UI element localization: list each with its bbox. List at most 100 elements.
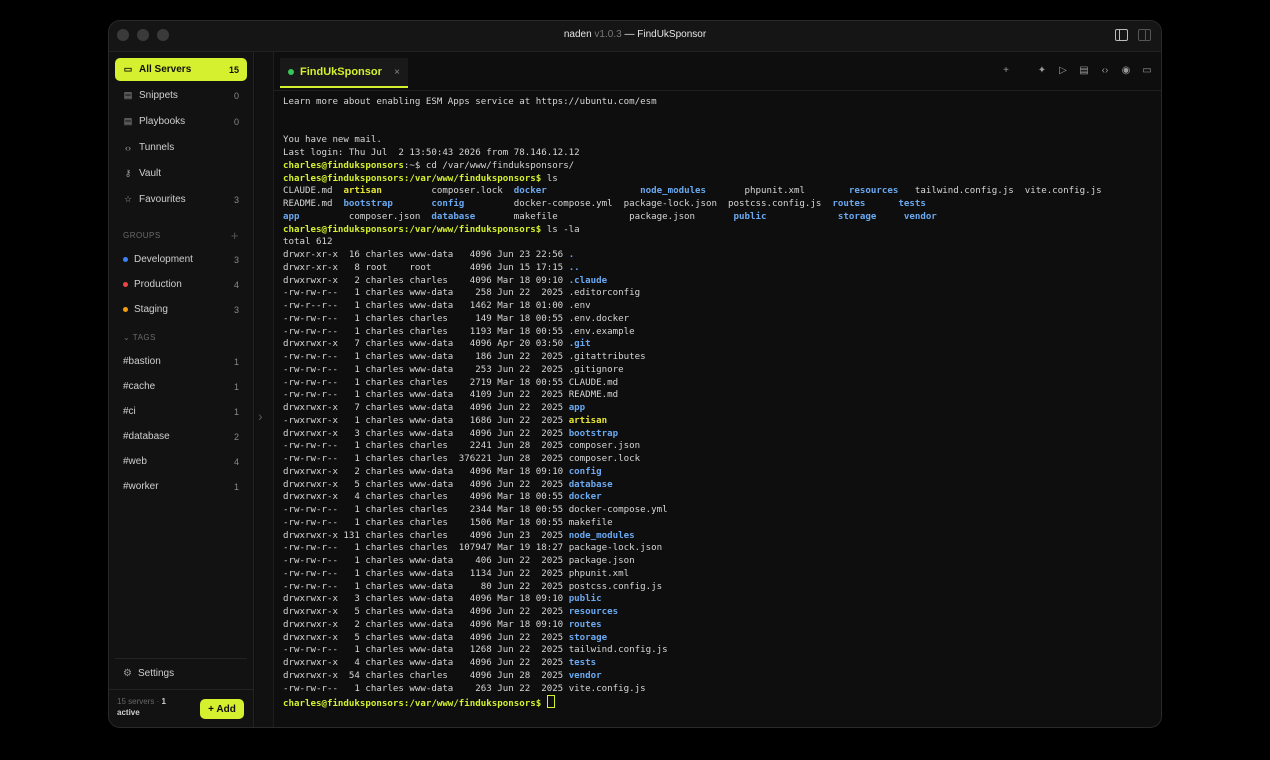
tag-item-bastion[interactable]: #bastion 1 [115, 350, 247, 373]
terminal-line: drwxrwxr-x 3 charles www-data 4096 Jun 2… [283, 428, 1157, 441]
settings-button[interactable]: ⚙ Settings [115, 658, 247, 687]
tab-bar: FindUkSponsor × + ✦ ▷ ▤ ‹› ◉ ▭ [274, 52, 1161, 91]
tag-count: 1 [233, 381, 239, 392]
exec-name: artisan [343, 186, 404, 197]
terminal-text: -rw-rw-r-- 1 charles charles 1506 Mar 18… [283, 517, 569, 528]
settings-label: Settings [137, 667, 175, 679]
terminal-text: drwxrwxr-x 7 charles www-data 4096 Jun 2… [283, 403, 569, 413]
dir-name: database [431, 211, 476, 222]
sidebar-item-all-servers[interactable]: ▭ All Servers 15 [115, 58, 247, 81]
dir-name: resources [568, 607, 619, 617]
terminal-text: -rw-r--r-- 1 charles www-data 1462 Mar 1… [283, 301, 569, 311]
terminal-text: drwxrwxr-x 3 charles www-data 4096 Mar 1… [283, 594, 569, 605]
group-item-staging[interactable]: Staging 3 [115, 298, 247, 321]
title-bar: naden v1.0.3 — FindUkSponsor [109, 21, 1161, 52]
terminal-text: drwxr-xr-x 16 charles www-data 4096 Jun … [283, 250, 569, 260]
tag-count: 1 [233, 356, 239, 367]
terminal-line: -rw-rw-r-- 1 charles charles 1506 Mar 18… [283, 517, 1157, 530]
terminal-text: drwxrwxr-x 4 charles charles 4096 Mar 18… [283, 492, 569, 503]
terminal-line: -rw-rw-r-- 1 charles charles 1193 Mar 18… [283, 326, 1157, 339]
dir-name: tests [568, 658, 597, 668]
panel-toggle-icon[interactable] [1138, 29, 1151, 41]
group-count: 3 [233, 304, 239, 315]
exec-name: artisan [568, 415, 608, 426]
code-icon[interactable]: ‹› [1099, 65, 1111, 76]
app-name: naden [563, 29, 592, 40]
dir-name: storage [837, 211, 877, 222]
item-count: 0 [233, 90, 239, 101]
sidebar-item-playbooks[interactable]: ▤ Playbooks 0 [115, 110, 247, 133]
tag-item-ci[interactable]: #ci 1 [115, 400, 247, 423]
dir-name: public [733, 211, 767, 222]
close-tab-icon[interactable]: × [394, 67, 400, 78]
group-item-development[interactable]: Development 3 [115, 248, 247, 271]
terminal-text: -rw-rw-r-- 1 charles charles 107947 Mar … [283, 543, 569, 554]
tag-label: #database [123, 431, 170, 442]
folder-icon[interactable]: ▭ [1141, 65, 1153, 76]
sidebar-item-snippets[interactable]: ▤ Snippets 0 [115, 84, 247, 107]
terminal-text: drwxrwxr-x 3 charles www-data 4096 Jun 2… [283, 428, 569, 439]
add-group-icon[interactable]: + [231, 228, 239, 243]
snippet-icon[interactable]: ▤ [1078, 65, 1090, 76]
sparkle-icon[interactable]: ✦ [1036, 65, 1048, 76]
terminal-text: -rw-rw-r-- 1 charles charles 2344 Mar 18… [283, 505, 569, 515]
tab-finduksponsor[interactable]: FindUkSponsor × [280, 58, 408, 88]
dir-name: resources [848, 186, 899, 197]
terminal-line: drwxrwxr-x 3 charles www-data 4096 Mar 1… [283, 593, 1157, 606]
tag-item-worker[interactable]: #worker 1 [115, 475, 247, 498]
terminal-text: -rw-rw-r-- 1 charles www-data 258 Jun 22… [283, 288, 569, 299]
terminal-text: -rwxrwxr-x 1 charles www-data 1686 Jun 2… [283, 415, 569, 426]
terminal-line: drwxrwxr-x 2 charles www-data 4096 Mar 1… [283, 466, 1157, 479]
terminal-line: CLAUDE.md artisan composer.lock docker n… [283, 185, 1157, 198]
tags-header[interactable]: ⌄ TAGS [123, 333, 239, 342]
terminal-line: app composer.json database makefile pack… [283, 211, 1157, 224]
dir-name: config [431, 199, 481, 209]
prompt: charles@finduksponsors:/var/www/finduksp… [283, 224, 542, 235]
record-icon[interactable]: ◉ [1120, 65, 1132, 76]
terminal-text: vite.config.js [568, 683, 646, 694]
sidebar-item-tunnels[interactable]: ‹› Tunnels [115, 136, 247, 159]
terminal-text: docker-compose.yml package-lock.json pos… [480, 199, 833, 209]
groups-list: Development 3 Production 4 Staging 3 [109, 248, 253, 321]
dir-name: . [568, 250, 575, 260]
terminal-line: drwxrwxr-x 2 charles www-data 4096 Mar 1… [283, 619, 1157, 632]
sidebar-collapse-strip[interactable]: › [255, 52, 274, 727]
main-panel: FindUkSponsor × + ✦ ▷ ▤ ‹› ◉ ▭ Learn mor… [274, 52, 1161, 727]
group-color-dot [123, 307, 128, 312]
sidebar-item-favourites[interactable]: ☆ Favourites 3 [115, 188, 247, 211]
terminal-text: drwxrwxr-x 5 charles www-data 4096 Jun 2… [283, 607, 569, 617]
tag-label: #ci [123, 406, 136, 417]
gear-icon: ⚙ [123, 667, 132, 679]
add-server-button[interactable]: + Add [200, 699, 244, 719]
terminal-line: README.md bootstrap config docker-compos… [283, 198, 1157, 211]
tag-item-database[interactable]: #database 2 [115, 425, 247, 448]
sidebar-item-vault[interactable]: ⚷ Vault [115, 162, 247, 185]
terminal-text: :~$ cd /var/www/finduksponsors/ [403, 160, 575, 171]
terminal-line: -rw-rw-r-- 1 charles www-data 186 Jun 22… [283, 351, 1157, 364]
chevron-down-icon: ⌄ [123, 333, 131, 342]
group-item-production[interactable]: Production 4 [115, 273, 247, 296]
sidebar-toggle-icon[interactable] [1115, 29, 1128, 41]
tag-item-web[interactable]: #web 4 [115, 450, 247, 473]
play-icon[interactable]: ▷ [1057, 65, 1069, 76]
terminal-text: ls [541, 173, 558, 184]
chevron-right-icon[interactable]: › [258, 408, 263, 424]
terminal-line: -rw-rw-r-- 1 charles www-data 1134 Jun 2… [283, 568, 1157, 581]
snippet-icon: ▤ [123, 90, 133, 100]
terminal-line: -rw-rw-r-- 1 charles charles 376221 Jun … [283, 453, 1157, 466]
group-label: Development [134, 254, 193, 265]
terminal-output[interactable]: Learn more about enabling ESM Apps servi… [283, 96, 1157, 723]
playbook-icon: ▤ [123, 116, 133, 126]
group-color-dot [123, 282, 128, 287]
tag-count: 1 [233, 481, 239, 492]
new-tab-icon[interactable]: + [1000, 65, 1012, 76]
dir-name: app [568, 403, 586, 413]
sidebar-item-label: Snippets [139, 90, 178, 101]
tag-item-cache[interactable]: #cache 1 [115, 375, 247, 398]
dir-name: node_modules [568, 530, 635, 541]
terminal-text: You have new mail. [283, 135, 382, 146]
server-stats: 15 servers · 1 active [117, 696, 187, 718]
